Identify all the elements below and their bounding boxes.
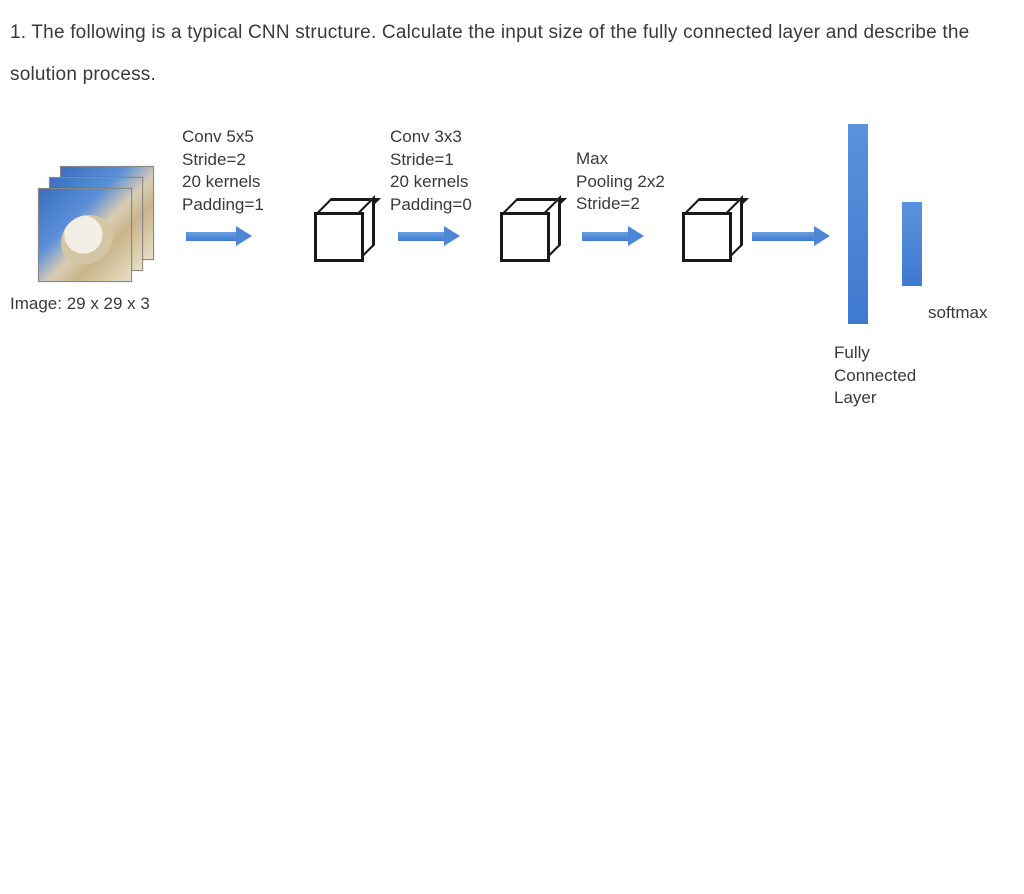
- conv1-line: 20 kernels: [182, 171, 264, 194]
- conv2-line: Stride=1: [390, 149, 472, 172]
- arrow-icon: [186, 228, 252, 244]
- input-image-tile: [38, 188, 132, 282]
- conv2-line: 20 kernels: [390, 171, 472, 194]
- conv1-line: Padding=1: [182, 194, 264, 217]
- feature-map-cube: [682, 198, 740, 256]
- pool-line: Pooling 2x2: [576, 171, 665, 194]
- conv2-line: Padding=0: [390, 194, 472, 217]
- input-image-caption: Image: 29 x 29 x 3: [10, 294, 150, 314]
- fc-label-line: Fully: [834, 342, 916, 365]
- conv1-line: Stride=2: [182, 149, 264, 172]
- softmax-label: softmax: [928, 302, 988, 325]
- conv1-params: Conv 5x5 Stride=2 20 kernels Padding=1: [182, 126, 264, 218]
- arrow-icon: [752, 228, 830, 244]
- input-image-stack: [38, 166, 158, 286]
- fc-label-line: Connected: [834, 365, 916, 388]
- fc-label-line: Layer: [834, 387, 916, 410]
- fc-label: Fully Connected Layer: [834, 342, 916, 411]
- question-text: 1. The following is a typical CNN struct…: [10, 12, 1014, 96]
- pool-params: Max Pooling 2x2 Stride=2: [576, 148, 665, 217]
- softmax-bar: [902, 202, 922, 286]
- feature-map-cube: [500, 198, 558, 256]
- conv2-params: Conv 3x3 Stride=1 20 kernels Padding=0: [390, 126, 472, 218]
- arrow-icon: [582, 228, 644, 244]
- feature-map-cube: [314, 198, 372, 256]
- fc-layer-bar: [848, 124, 868, 324]
- conv1-line: Conv 5x5: [182, 126, 264, 149]
- pool-line: Max: [576, 148, 665, 171]
- conv2-line: Conv 3x3: [390, 126, 472, 149]
- arrow-icon: [398, 228, 460, 244]
- cnn-diagram: Image: 29 x 29 x 3 Conv 5x5 Stride=2 20 …: [10, 106, 1014, 426]
- pool-line: Stride=2: [576, 193, 665, 216]
